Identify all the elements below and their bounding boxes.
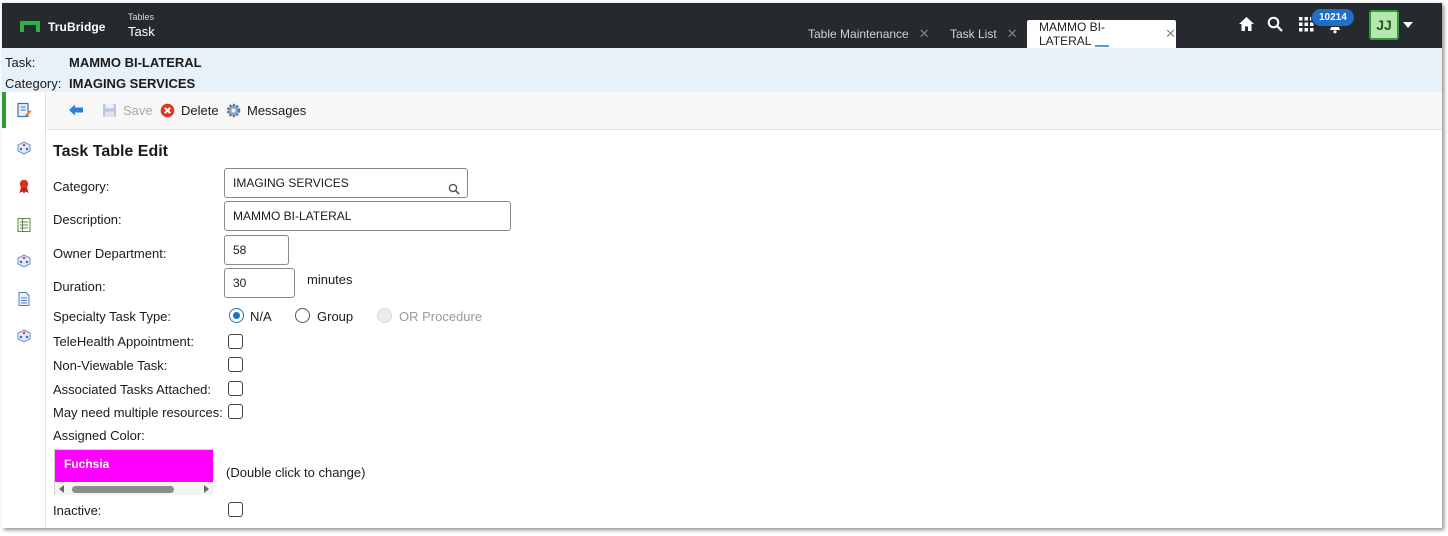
duration-unit: minutes xyxy=(307,272,353,287)
document-icon[interactable] xyxy=(16,291,32,307)
duration-label: Duration: xyxy=(53,279,106,294)
task-table-edit-form: Task Table Edit Category: IMAGING SERVIC… xyxy=(47,131,1442,528)
save-button[interactable]: Save xyxy=(102,103,153,118)
trubridge-logo-icon xyxy=(20,21,40,33)
task-value: MAMMO BI-LATERAL xyxy=(69,55,202,70)
module-title: Tables Task xyxy=(128,12,155,39)
tab-label: MAMMO BI-LATERAL xyxy=(1039,20,1105,48)
search-icon[interactable] xyxy=(1267,16,1283,37)
delete-icon xyxy=(160,103,175,118)
back-arrow-icon xyxy=(69,104,84,119)
description-field[interactable]: MAMMO BI-LATERAL xyxy=(224,201,511,231)
radio-or-procedure-label: OR Procedure xyxy=(399,309,483,324)
radio-na-label: N/A xyxy=(250,309,272,324)
action-toolbar: Save Delete Messages xyxy=(47,92,1442,130)
category-label: Category: xyxy=(5,76,62,91)
messages-label: Messages xyxy=(247,103,307,118)
edit-document-icon[interactable] xyxy=(16,102,32,118)
avatar[interactable]: JJ xyxy=(1369,10,1399,40)
module-name: Task xyxy=(128,24,155,39)
description-field-value: MAMMO BI-LATERAL xyxy=(233,209,352,223)
radio-group-label: Group xyxy=(317,309,354,324)
page-title: Task Table Edit xyxy=(53,143,168,160)
tab-task-list[interactable]: Task List ✕ xyxy=(938,20,1018,48)
color-change-hint: (Double click to change) xyxy=(226,465,366,480)
active-tab-indicator xyxy=(1095,45,1109,47)
delete-label: Delete xyxy=(181,103,219,118)
dice-icon[interactable] xyxy=(16,253,32,269)
associated-tasks-label: Associated Tasks Attached: xyxy=(53,382,212,397)
horizontal-scrollbar[interactable] xyxy=(55,483,213,495)
category-field-value: IMAGING SERVICES xyxy=(233,176,349,190)
floppy-disk-icon xyxy=(102,103,117,118)
description-field-label: Description: xyxy=(53,212,122,227)
non-viewable-checkbox[interactable] xyxy=(228,357,243,372)
tab-table-maintenance[interactable]: Table Maintenance ✕ xyxy=(796,20,930,48)
assigned-color-label: Assigned Color: xyxy=(53,428,145,443)
inactive-label: Inactive: xyxy=(53,503,102,518)
brand-logo[interactable]: TruBridge xyxy=(20,20,106,34)
telehealth-checkbox[interactable] xyxy=(228,334,243,349)
scroll-left-icon[interactable] xyxy=(59,485,64,493)
category-field[interactable]: IMAGING SERVICES xyxy=(224,168,468,198)
delete-button[interactable]: Delete xyxy=(160,103,219,118)
tab-label: Task List xyxy=(950,27,997,41)
save-label: Save xyxy=(123,103,153,118)
close-icon[interactable]: ✕ xyxy=(1007,26,1018,42)
task-label: Task: xyxy=(5,55,36,70)
radio-group[interactable] xyxy=(295,308,310,323)
close-icon[interactable]: ✕ xyxy=(919,26,930,42)
multiple-resources-label: May need multiple resources: xyxy=(53,405,223,420)
tab-label: Table Maintenance xyxy=(808,27,909,41)
left-nav-rail xyxy=(2,92,46,528)
scrollbar-thumb[interactable] xyxy=(72,486,174,493)
radio-na[interactable] xyxy=(229,308,244,323)
owner-department-value: 58 xyxy=(233,243,247,257)
duration-value: 30 xyxy=(233,276,247,290)
multiple-resources-checkbox[interactable] xyxy=(228,404,243,419)
dice-icon[interactable] xyxy=(16,140,32,156)
radio-or-procedure xyxy=(377,308,392,323)
category-value: IMAGING SERVICES xyxy=(69,76,196,91)
specialty-task-type-label: Specialty Task Type: xyxy=(53,309,172,324)
telehealth-label: TeleHealth Appointment: xyxy=(53,334,194,349)
module-category: Tables xyxy=(128,12,155,22)
non-viewable-label: Non-Viewable Task: xyxy=(53,358,168,373)
duration-field[interactable]: 30 xyxy=(224,268,295,298)
task-info-header: Task: MAMMO BI-LATERAL Category: IMAGING… xyxy=(2,48,1442,92)
notification-badge[interactable]: 10214 xyxy=(1312,9,1354,26)
assigned-color-picker[interactable]: Fuchsia xyxy=(54,449,213,495)
active-nav-indicator xyxy=(2,92,6,128)
scroll-right-icon[interactable] xyxy=(204,485,209,493)
brand-name: TruBridge xyxy=(48,20,106,34)
owner-department-label: Owner Department: xyxy=(53,246,167,261)
inactive-checkbox[interactable] xyxy=(228,502,243,517)
home-icon[interactable] xyxy=(1238,16,1255,37)
color-swatch[interactable]: Fuchsia xyxy=(55,450,213,482)
dice-icon[interactable] xyxy=(16,328,32,344)
top-bar: TruBridge Tables Task Table Maintenance … xyxy=(2,3,1442,48)
messages-button[interactable]: Messages xyxy=(226,103,306,118)
category-field-label: Category: xyxy=(53,179,110,194)
back-button[interactable] xyxy=(69,104,84,119)
gear-icon xyxy=(226,103,241,118)
associated-tasks-checkbox[interactable] xyxy=(228,381,243,396)
chevron-down-icon[interactable] xyxy=(1403,22,1413,28)
owner-department-field[interactable]: 58 xyxy=(224,235,289,265)
tab-mammo-bi-lateral[interactable]: MAMMO BI-LATERAL ✕ xyxy=(1027,20,1176,48)
list-icon[interactable] xyxy=(16,217,32,233)
close-icon[interactable]: ✕ xyxy=(1165,26,1176,42)
ribbon-icon[interactable] xyxy=(16,178,32,194)
app-window: TruBridge Tables Task Table Maintenance … xyxy=(2,3,1442,528)
